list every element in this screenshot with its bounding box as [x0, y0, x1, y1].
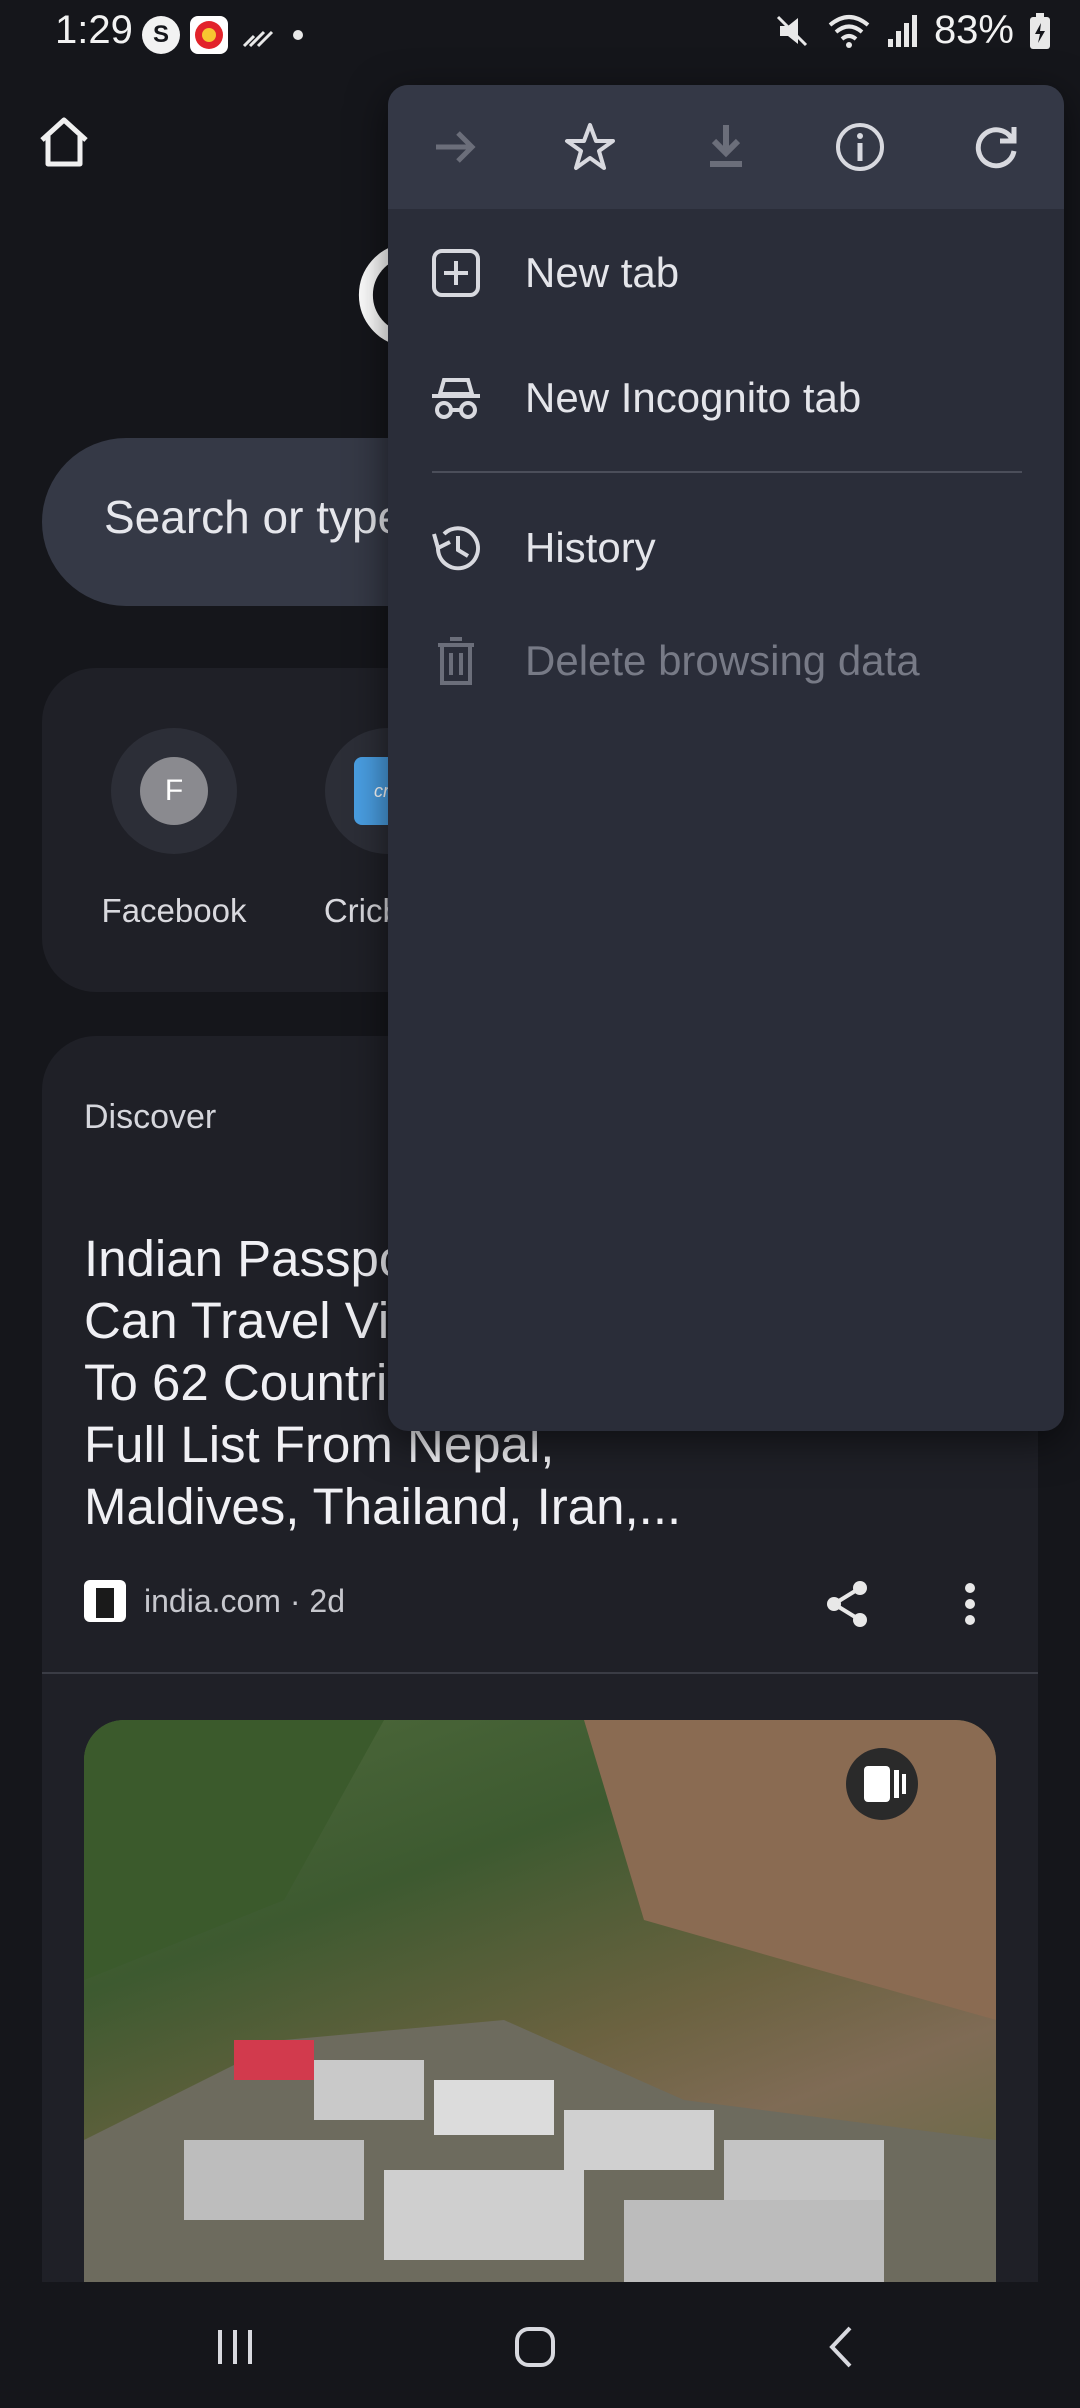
menu-toolbar	[388, 85, 1064, 209]
menu-item-new-tab[interactable]: New tab	[388, 223, 1064, 323]
menu-item-label: New tab	[525, 249, 680, 296]
overflow-menu: New tab New Incognito tab History Delete…	[388, 85, 1064, 1431]
shortcut-icon: F	[111, 728, 237, 854]
menu-item-label: History	[525, 524, 656, 571]
status-right-icons: 83%	[772, 8, 1052, 53]
menu-item-label: Delete browsing data	[525, 637, 920, 684]
status-bar: 1:29 S 83%	[0, 0, 1080, 70]
system-nav-bar	[0, 2282, 1080, 2408]
page-info-button[interactable]	[828, 115, 892, 179]
star-icon	[565, 123, 615, 170]
menu-item-label: New Incognito tab	[525, 374, 862, 421]
s-app-icon: S	[142, 16, 180, 54]
incognito-icon	[432, 378, 480, 419]
trash-icon	[438, 637, 474, 685]
shortcut-label: Facebook	[101, 892, 247, 929]
info-icon	[836, 123, 884, 171]
download-icon	[710, 125, 742, 167]
home-icon	[40, 117, 88, 167]
discover-title: Discover	[84, 1098, 217, 1136]
status-left-icons: S	[142, 16, 308, 54]
home-nav-icon	[515, 2327, 555, 2367]
menu-divider	[432, 471, 1022, 473]
notification-dot-icon	[293, 30, 303, 40]
bookmark-button[interactable]	[558, 115, 622, 179]
wifi-icon	[828, 14, 870, 48]
refresh-button[interactable]	[964, 115, 1028, 179]
cellular-signal-icon	[887, 14, 917, 47]
game-app-icon	[190, 16, 228, 54]
share-icon	[827, 1581, 867, 1627]
shortcut-facebook[interactable]: F Facebook	[84, 728, 264, 930]
article-more-button[interactable]	[942, 1576, 998, 1632]
menu-item-delete-browsing-data[interactable]: Delete browsing data	[388, 611, 1064, 711]
download-button[interactable]	[694, 115, 758, 179]
menu-item-history[interactable]: History	[388, 498, 1064, 598]
battery-percentage: 83%	[933, 8, 1014, 52]
recent-apps-button[interactable]	[200, 2312, 270, 2382]
recents-icon	[218, 2330, 252, 2364]
refresh-icon	[975, 127, 1017, 169]
facebook-initial-icon: F	[140, 757, 208, 825]
status-time: 1:29	[55, 8, 133, 52]
more-vert-icon	[965, 1583, 975, 1625]
web-story-icon	[864, 1766, 906, 1802]
home-button[interactable]	[34, 112, 94, 172]
share-button[interactable]	[820, 1576, 876, 1632]
back-icon	[829, 2326, 852, 2368]
divider	[42, 1672, 1038, 1674]
article-source: india.com · 2d	[144, 1582, 345, 1619]
article-meta: india.com · 2d	[84, 1578, 345, 1624]
back-button[interactable]	[806, 2312, 876, 2382]
source-favicon-icon	[84, 1580, 126, 1622]
menu-item-new-incognito-tab[interactable]: New Incognito tab	[388, 348, 1064, 448]
history-icon	[432, 526, 480, 571]
video-badge	[846, 1748, 918, 1820]
headline-line: Maldives, Thailand, Iran,...	[84, 1478, 682, 1535]
mute-icon	[776, 15, 807, 46]
forward-icon	[436, 131, 476, 163]
battery-charging-icon	[1030, 12, 1050, 49]
signal-strength-icon	[242, 30, 274, 48]
forward-button[interactable]	[424, 115, 488, 179]
home-nav-button[interactable]	[500, 2312, 570, 2382]
new-tab-icon	[432, 249, 480, 297]
